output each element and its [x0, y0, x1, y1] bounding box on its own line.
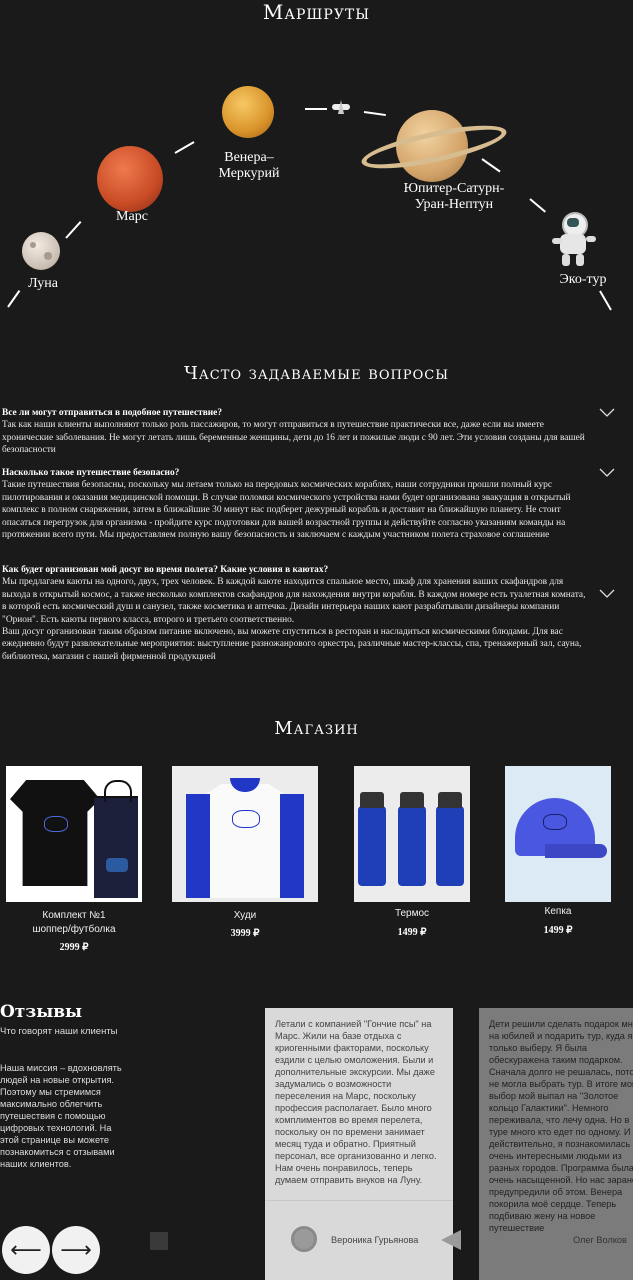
avatar	[291, 1226, 317, 1252]
product-name: Кепка	[544, 906, 572, 917]
route-label-saturn-1: Юпитер-Сатурн-	[403, 181, 505, 196]
faq-answer: Такие путешествия безопасны, поскольку м…	[2, 480, 571, 541]
mars-icon[interactable]	[97, 146, 163, 212]
faq-question[interactable]: Насколько такое путешествие безопасно?	[2, 467, 592, 479]
route-label-venus: Венера–Меркурий	[218, 150, 280, 181]
faq-question[interactable]: Как будет организован мой досуг во время…	[2, 564, 592, 576]
faq-question[interactable]: Все ли могут отправиться в подобное путе…	[2, 407, 592, 419]
reviews-subtitle: Что говорят наши клиенты	[0, 1026, 118, 1037]
reviews-title: Отзывы	[0, 1002, 83, 1022]
venus-icon[interactable]	[222, 86, 274, 138]
faq-title: Часто задаваемые вопросы	[183, 363, 449, 384]
faq-item[interactable]: Насколько такое путешествие безопасно? Т…	[2, 467, 592, 541]
product-image-thermos[interactable]	[354, 766, 470, 902]
left-triangle-icon	[441, 1230, 461, 1250]
route-dash	[65, 220, 82, 239]
product-card[interactable]: Кепка 1499 ₽	[505, 766, 611, 946]
faq-item[interactable]: Все ли могут отправиться в подобное путе…	[2, 407, 592, 457]
product-image-tshirt-tote[interactable]	[6, 766, 142, 902]
saturn-icon[interactable]	[358, 108, 510, 184]
product-name: Комплект №1	[42, 910, 106, 921]
review-text: Летали с компанией "Гончие псы" на Марс.…	[275, 1019, 437, 1185]
spaceship-icon	[330, 100, 352, 114]
product-name: Худи	[233, 910, 257, 921]
chevron-down-icon[interactable]	[599, 408, 615, 418]
product-card[interactable]: Худи 3999 ₽	[172, 766, 318, 946]
product-price: 3999 ₽	[230, 928, 260, 939]
route-label-mars: Марс	[116, 209, 148, 224]
review-divider	[265, 1200, 453, 1201]
route-dash	[174, 141, 195, 154]
route-label-eco: Эко-тур	[559, 272, 607, 287]
product-card[interactable]: Комплект №1 шоппер/футболка 2999 ₽	[6, 766, 142, 956]
faq-item[interactable]: Как будет организован мой досуг во время…	[2, 564, 592, 663]
chevron-down-icon[interactable]	[599, 468, 615, 478]
review-author: Олег Волков	[573, 1235, 627, 1245]
route-dash	[7, 290, 21, 308]
astronaut-icon[interactable]	[552, 212, 596, 266]
faq-answer: Так как наши клиенты выполняют только ро…	[2, 420, 585, 456]
product-name: Термос	[394, 908, 430, 919]
route-dash	[305, 108, 327, 110]
next-review-button[interactable]: ⟶	[52, 1226, 100, 1274]
faq-answer-extra: Ваш досуг организован таким образом пита…	[2, 627, 582, 662]
route-dash	[529, 198, 546, 213]
route-label-moon: Луна	[28, 276, 58, 291]
review-author: Вероника Гурьянова	[331, 1235, 419, 1245]
product-image-hoodie[interactable]	[172, 766, 318, 902]
routes-title: Маршруты	[262, 0, 371, 24]
prev-review-button[interactable]: ⟵	[2, 1226, 50, 1274]
faq-answer: Мы предлагаем каюты на одного, двух, тре…	[2, 577, 586, 625]
slider-square-indicator	[150, 1232, 168, 1250]
moon-icon[interactable]	[22, 232, 60, 270]
shop-title: Магазин	[274, 718, 359, 739]
product-name-2: шоппер/футболка	[32, 924, 116, 935]
route-label-saturn-2: Уран-Нептун	[414, 197, 494, 212]
product-price: 1499 ₽	[543, 925, 573, 936]
product-image-cap[interactable]	[505, 766, 611, 902]
review-card: Дети решили сделать подарок мне на юбиле…	[479, 1008, 633, 1280]
chevron-down-icon[interactable]	[599, 589, 615, 599]
route-dash	[599, 290, 612, 311]
review-text: Дети решили сделать подарок мне на юбиле…	[489, 1019, 633, 1233]
product-price: 2999 ₽	[59, 942, 89, 953]
product-price: 1499 ₽	[397, 927, 427, 938]
review-card: Летали с компанией "Гончие псы" на Марс.…	[265, 1008, 453, 1280]
product-card[interactable]: Термос 1499 ₽	[354, 766, 470, 946]
reviews-mission: Наша миссия – вдохновлять людей на новые…	[0, 1063, 122, 1169]
